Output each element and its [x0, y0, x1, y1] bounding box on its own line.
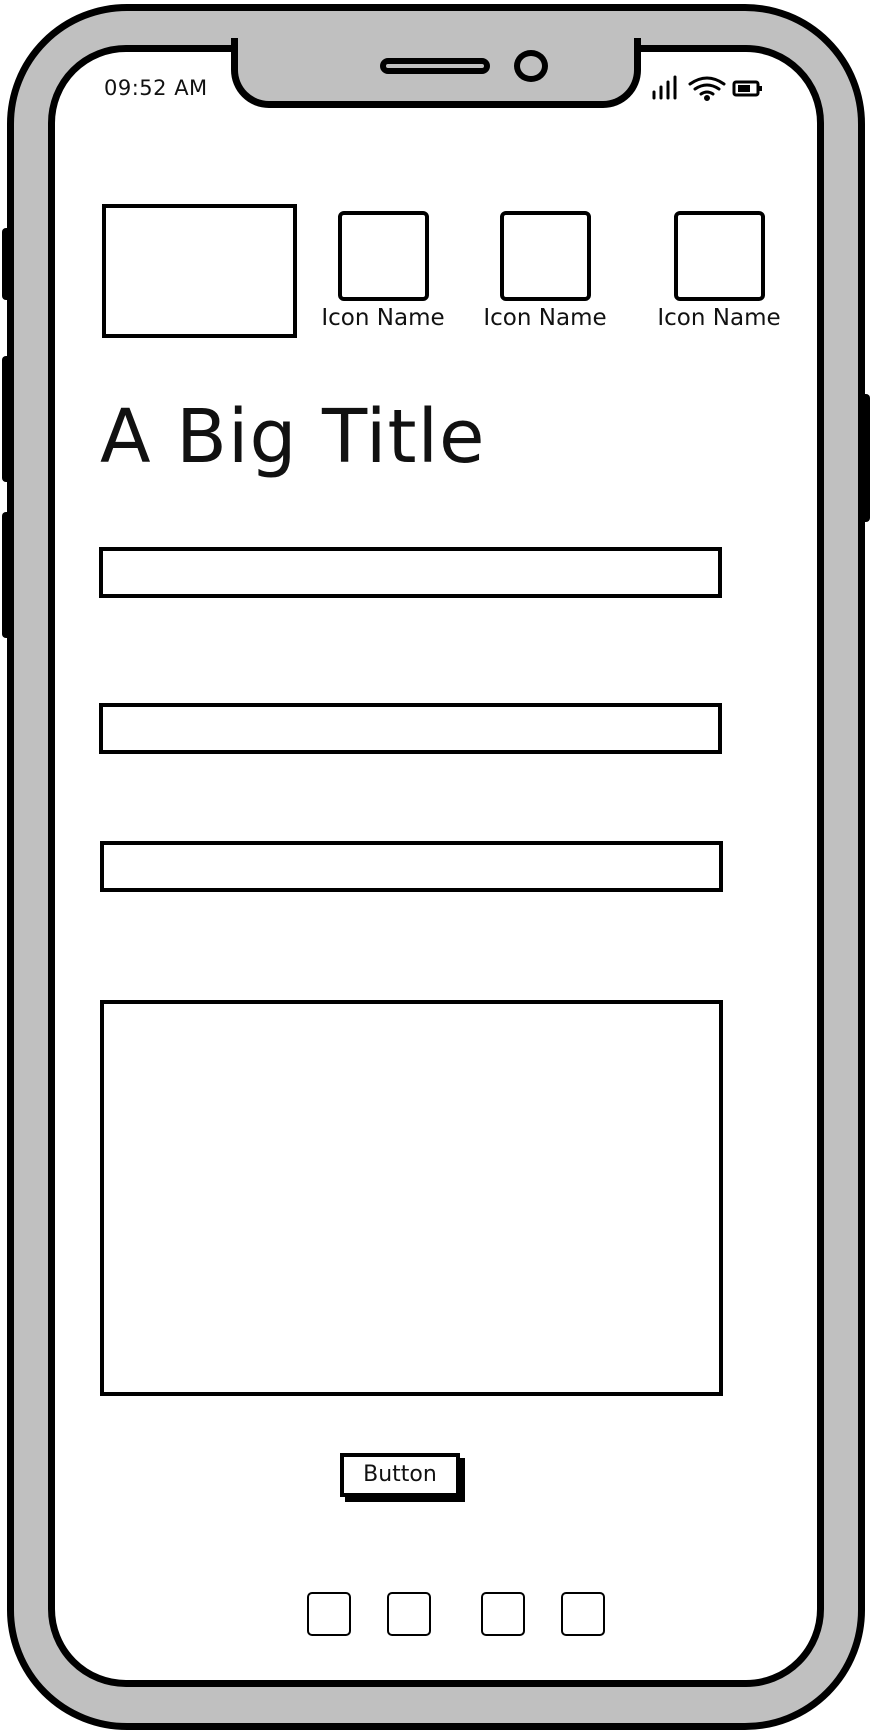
text-field[interactable]: [99, 703, 722, 754]
primary-button[interactable]: Button: [340, 1453, 460, 1497]
icon-label: Icon Name: [657, 305, 781, 331]
phone-side-button: [2, 228, 12, 300]
icon-label: Icon Name: [321, 305, 445, 331]
text-field[interactable]: [99, 547, 722, 598]
app-icon[interactable]: [500, 211, 591, 301]
icon-label: Icon Name: [483, 305, 607, 331]
text-field[interactable]: [100, 841, 723, 892]
status-icons: [650, 72, 766, 102]
image-placeholder: [102, 204, 297, 338]
app-icon[interactable]: [674, 211, 765, 301]
page-title: A Big Title: [100, 394, 486, 480]
dock-item[interactable]: [307, 1592, 351, 1636]
wifi-icon: [688, 76, 726, 101]
dock-item[interactable]: [481, 1592, 525, 1636]
phone-side-button: [2, 356, 12, 482]
front-camera: [514, 50, 548, 82]
content-area: [100, 1000, 723, 1396]
phone-power-button: [860, 394, 870, 522]
battery-icon: [732, 80, 762, 97]
dock-item[interactable]: [387, 1592, 431, 1636]
dock-item[interactable]: [561, 1592, 605, 1636]
app-icon[interactable]: [338, 211, 429, 301]
signal-icon: [652, 75, 677, 100]
status-time: 09:52 AM: [104, 76, 208, 100]
speaker-grille: [380, 58, 490, 74]
phone-side-button: [2, 512, 12, 638]
